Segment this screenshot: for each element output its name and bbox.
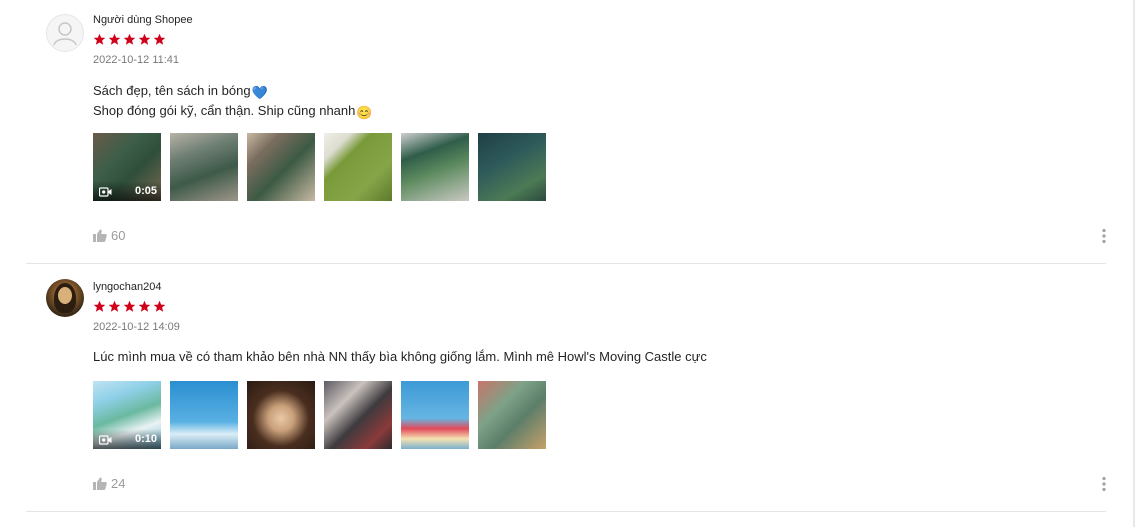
review-image-thumbnail[interactable] — [401, 133, 469, 201]
rating-stars — [93, 33, 166, 47]
star-icon — [153, 33, 166, 45]
star-icon — [93, 33, 106, 45]
review-author[interactable]: lyngochan204 — [93, 281, 162, 293]
star-icon — [123, 300, 136, 312]
star-icon — [123, 33, 136, 45]
review-comment: Lúc mình mua về có tham khảo bên nhà NN … — [93, 348, 707, 366]
star-icon — [93, 300, 106, 312]
comment-line: Sách đẹp, tên sách in bóng — [93, 83, 251, 98]
review-image-thumbnail[interactable] — [401, 381, 469, 449]
star-icon — [138, 300, 151, 312]
rating-stars — [93, 300, 166, 314]
star-icon — [108, 33, 121, 45]
review-video-thumbnail[interactable]: 0:10 — [93, 381, 161, 449]
review-image-thumbnail[interactable] — [324, 133, 392, 201]
thumbs-up-icon — [93, 229, 107, 242]
like-button[interactable]: 60 — [93, 228, 125, 243]
avatar[interactable] — [46, 279, 84, 317]
thumbs-up-icon — [93, 477, 107, 490]
more-options-icon[interactable] — [1101, 476, 1107, 492]
comment-line: Lúc mình mua về có tham khảo bên nhà NN … — [93, 349, 707, 364]
star-icon — [153, 300, 166, 312]
review-time: 2022-10-12 11:41 — [93, 54, 180, 66]
review-image-thumbnail[interactable] — [247, 381, 315, 449]
smile-emoji: 😊 — [356, 105, 373, 120]
video-camera-icon — [99, 435, 112, 445]
video-camera-icon — [99, 187, 112, 197]
like-count: 60 — [111, 228, 126, 243]
blue-heart-emoji: 💙 — [251, 85, 268, 100]
video-badge: 0:05 — [93, 181, 161, 201]
review-divider — [26, 511, 1106, 512]
comment-line: Shop đóng gói kỹ, cẩn thận. Ship cũng nh… — [93, 103, 356, 118]
like-button[interactable]: 24 — [93, 476, 125, 491]
user-placeholder-icon — [53, 22, 77, 46]
star-icon — [108, 300, 121, 312]
review-comment: Sách đẹp, tên sách in bóng💙 Shop đóng gó… — [93, 82, 373, 122]
review-media: 0:05 — [93, 133, 546, 201]
star-icon — [138, 33, 151, 45]
review-image-thumbnail[interactable] — [170, 133, 238, 201]
review-author[interactable]: Người dùng Shopee — [93, 14, 193, 26]
review-image-thumbnail[interactable] — [478, 381, 546, 449]
review-video-thumbnail[interactable]: 0:05 — [93, 133, 161, 201]
video-badge: 0:10 — [93, 429, 161, 449]
avatar-face — [58, 287, 72, 304]
more-options-icon[interactable] — [1101, 228, 1107, 244]
review-image-thumbnail[interactable] — [247, 133, 315, 201]
like-count: 24 — [111, 476, 126, 491]
review-image-thumbnail[interactable] — [170, 381, 238, 449]
review-item: lyngochan204 2022-10-12 14:09 Lúc mình m… — [0, 264, 1110, 514]
review-item: Người dùng Shopee 2022-10-12 11:41 Sách … — [0, 0, 1110, 264]
review-image-thumbnail[interactable] — [478, 133, 546, 201]
review-image-thumbnail[interactable] — [324, 381, 392, 449]
review-media: 0:10 — [93, 381, 546, 449]
video-duration: 0:10 — [134, 433, 157, 445]
review-time: 2022-10-12 14:09 — [93, 321, 180, 333]
avatar-default[interactable] — [46, 14, 84, 52]
video-duration: 0:05 — [134, 185, 157, 197]
